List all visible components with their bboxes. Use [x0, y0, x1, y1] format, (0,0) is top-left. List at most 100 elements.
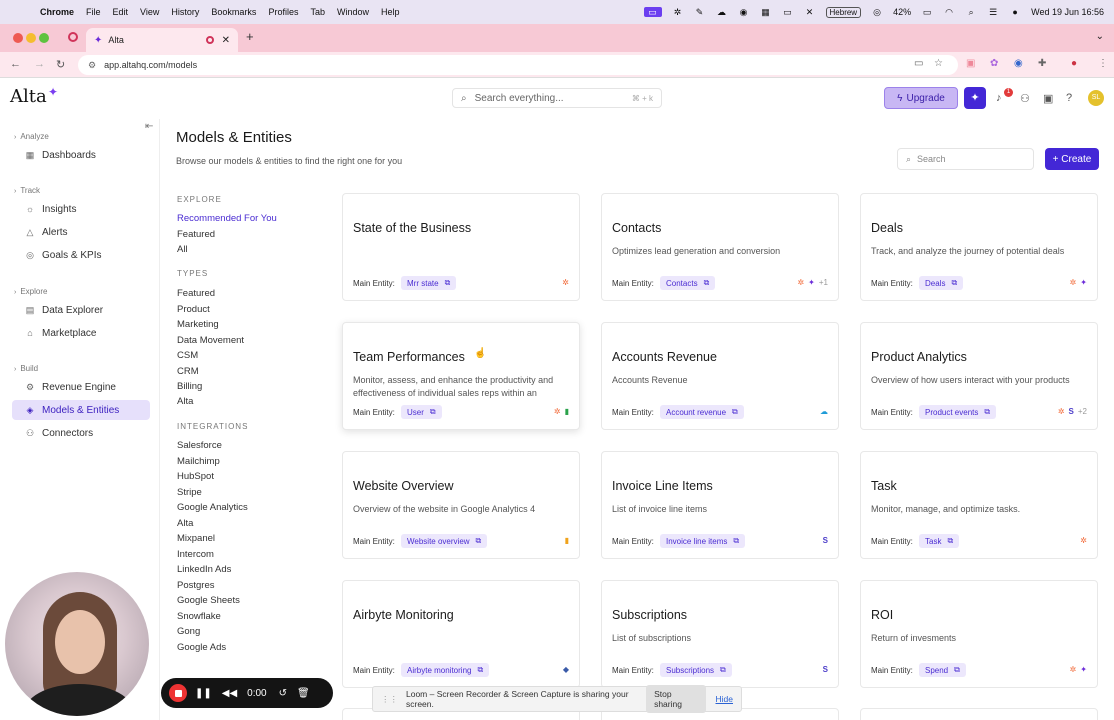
search-icon[interactable]: ⌕ [965, 7, 977, 17]
sidebar-section-build[interactable]: › Build [14, 364, 38, 373]
model-card-state-of-the-business[interactable]: State of the Business Main Entity: Mrr s… [342, 193, 580, 301]
reload-icon[interactable]: ↻ [56, 58, 65, 71]
filter-integration-google-analytics[interactable]: Google Analytics [177, 502, 248, 513]
drive-icon[interactable]: ☁ [716, 7, 728, 17]
main-entity-link[interactable]: Website overview ⧉ [401, 534, 488, 548]
drag-handle-icon[interactable]: ⋮⋮ [381, 694, 398, 705]
sidebar-item-data-explorer[interactable]: ▤ Data Explorer [12, 300, 150, 320]
screen-share-icon[interactable]: ▭ [643, 7, 662, 17]
filter-type-billing[interactable]: Billing [177, 381, 202, 392]
alta-logo[interactable]: Alta [10, 86, 47, 107]
model-card-team-performances[interactable]: Team Performances Monitor, assess, and e… [342, 322, 580, 430]
restart-icon[interactable]: ↺ [279, 688, 287, 699]
battery-icon[interactable]: ▭ [921, 7, 933, 17]
rewind-icon[interactable]: ◀◀ [222, 688, 237, 699]
gear-icon[interactable]: ✲ [672, 7, 684, 17]
avatar[interactable]: SL [1088, 90, 1104, 106]
main-entity-link[interactable]: Account revenue ⧉ [660, 405, 744, 419]
pause-icon[interactable]: ❚❚ [195, 688, 212, 699]
menu-history[interactable]: History [171, 7, 199, 17]
filter-all[interactable]: All [177, 244, 188, 255]
menu-view[interactable]: View [140, 7, 159, 17]
delete-icon[interactable]: 🗑 [297, 688, 310, 699]
filter-integration-alta[interactable]: Alta [177, 518, 193, 529]
profile-icon[interactable]: ● [1071, 58, 1077, 69]
forward-icon[interactable]: → [34, 58, 45, 70]
model-card-subscriptions[interactable]: Subscriptions List of subscriptions Main… [601, 580, 839, 688]
add-user-icon[interactable]: ⚇ [1020, 92, 1030, 105]
menu-edit[interactable]: Edit [113, 7, 129, 17]
sidebar-section-track[interactable]: › Track [14, 186, 40, 195]
filter-type-crm[interactable]: CRM [177, 366, 199, 377]
filter-integration-google-ads[interactable]: Google Ads [177, 642, 226, 653]
close-window-button[interactable] [13, 33, 23, 43]
close-tab-icon[interactable]: ✕ [222, 35, 230, 46]
model-card-task[interactable]: Task Monitor, manage, and optimize tasks… [860, 451, 1098, 559]
filter-integration-linkedin-ads[interactable]: LinkedIn Ads [177, 564, 231, 575]
filter-integration-intercom[interactable]: Intercom [177, 549, 214, 560]
display-icon[interactable]: ▭ [782, 7, 794, 17]
main-entity-link[interactable]: Contacts ⧉ [660, 276, 716, 290]
address-bar[interactable]: ⚙ app.altahq.com/models [78, 55, 958, 75]
sidebar-item-connectors[interactable]: ⚇ Connectors [12, 423, 150, 443]
tab-search-icon[interactable]: ⌄ [1096, 31, 1104, 42]
model-card-airbyte-monitoring[interactable]: Airbyte Monitoring Main Entity: Airbyte … [342, 580, 580, 688]
cast-icon[interactable]: ▭ [914, 58, 923, 69]
sidebar-item-models-entities[interactable]: ◈ Models & Entities [12, 400, 150, 420]
extension-icon[interactable]: ▣ [966, 58, 975, 69]
collapse-sidebar-icon[interactable]: ⇤ [145, 121, 153, 132]
filter-integration-mailchimp[interactable]: Mailchimp [177, 456, 220, 467]
maximize-window-button[interactable] [39, 33, 49, 43]
model-card-contacts[interactable]: Contacts Optimizes lead generation and c… [601, 193, 839, 301]
sidebar-item-insights[interactable]: ☼ Insights [12, 199, 150, 219]
puzzle-icon[interactable]: ✚ [1038, 58, 1046, 69]
webcam-bubble[interactable] [5, 572, 149, 716]
bell-icon[interactable]: ♪ [996, 92, 1002, 104]
model-card-roi[interactable]: ROI Return of invesments Main Entity: Sp… [860, 580, 1098, 688]
filter-integration-google-sheets[interactable]: Google Sheets [177, 595, 240, 606]
mute-icon[interactable]: ✕ [804, 7, 816, 17]
main-entity-link[interactable]: Product events ⧉ [919, 405, 997, 419]
filter-integration-gong[interactable]: Gong [177, 626, 200, 637]
control-center-icon[interactable]: ☰ [987, 7, 999, 17]
bookmark-star-icon[interactable]: ☆ [934, 58, 943, 69]
filter-type-featured[interactable]: Featured [177, 288, 215, 299]
sidebar-item-goals-kpis[interactable]: ◎ Goals & KPIs [12, 245, 150, 265]
site-info-icon[interactable]: ⚙ [88, 60, 96, 71]
extension-icon[interactable]: ◉ [1014, 58, 1023, 69]
upgrade-button[interactable]: ϟ Upgrade [884, 87, 958, 109]
sidebar-item-marketplace[interactable]: ⌂ Marketplace [12, 323, 150, 343]
main-entity-link[interactable]: Subscriptions ⧉ [660, 663, 732, 677]
sidebar-item-alerts[interactable]: △ Alerts [12, 222, 150, 242]
filter-integration-stripe[interactable]: Stripe [177, 487, 202, 498]
model-card-accounts-revenue[interactable]: Accounts Revenue Accounts Revenue Main E… [601, 322, 839, 430]
filter-type-product[interactable]: Product [177, 304, 210, 315]
gift-icon[interactable]: ▣ [1043, 92, 1053, 105]
sidebar-section-explore[interactable]: › Explore [14, 287, 47, 296]
sidebar-item-dashboards[interactable]: ▦ Dashboards [12, 145, 150, 165]
menu-help[interactable]: Help [381, 7, 400, 17]
global-search-input[interactable]: ⌕ Search everything... ⌘ + k [452, 88, 662, 108]
new-tab-button[interactable]: + [246, 29, 254, 44]
filter-type-marketing[interactable]: Marketing [177, 319, 219, 330]
main-entity-link[interactable]: Deals ⧉ [919, 276, 964, 290]
menu-bookmarks[interactable]: Bookmarks [211, 7, 256, 17]
filter-type-csm[interactable]: CSM [177, 350, 198, 361]
filter-integration-snowflake[interactable]: Snowflake [177, 611, 221, 622]
browser-tab-alta[interactable]: ✦ Alta ✕ [86, 28, 238, 52]
create-button[interactable]: + Create [1045, 148, 1099, 170]
sidebar-section-analyze[interactable]: › Analyze [14, 132, 49, 141]
models-search-input[interactable]: ⌕ Search [897, 148, 1034, 170]
filter-integration-mixpanel[interactable]: Mixpanel [177, 533, 215, 544]
stop-sharing-button[interactable]: Stop sharing [646, 685, 706, 713]
wifi-icon[interactable]: ◠ [943, 7, 955, 17]
play-icon[interactable]: ◉ [738, 7, 750, 17]
model-card-website-overview[interactable]: Website Overview Overview of the website… [342, 451, 580, 559]
hide-link[interactable]: Hide [716, 694, 733, 704]
main-entity-link[interactable]: Airbyte monitoring ⧉ [401, 663, 490, 677]
pen-icon[interactable]: ✎ [694, 7, 706, 17]
kebab-menu-icon[interactable]: ⋮ [1098, 58, 1108, 69]
model-card-deals[interactable]: Deals Track, and analyze the journey of … [860, 193, 1098, 301]
input-language[interactable]: Hebrew [825, 6, 862, 18]
main-entity-link[interactable]: User ⧉ [401, 405, 442, 419]
